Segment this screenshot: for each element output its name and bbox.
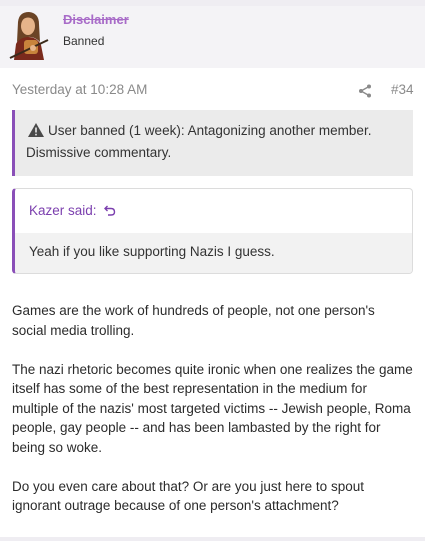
message-paragraph: The nazi rhetoric becomes quite ironic w… — [12, 361, 413, 455]
warning-icon — [28, 123, 44, 137]
ban-notice: User banned (1 week): Antagonizing anoth… — [12, 110, 413, 176]
quote-text: Yeah if you like supporting Nazis I gues… — [15, 233, 412, 273]
message-body: Games are the work of hundreds of people… — [12, 301, 413, 535]
share-icon[interactable] — [358, 84, 372, 98]
user-header: Disclaimer Banned — [0, 6, 425, 68]
username[interactable]: Disclaimer — [63, 12, 129, 27]
avatar[interactable] — [4, 10, 52, 60]
quote-author[interactable]: Kazer said: — [29, 203, 97, 218]
message-paragraph: Games are the work of hundreds of people… — [12, 303, 375, 338]
post-date[interactable]: Yesterday at 10:28 AM — [12, 82, 147, 97]
post: Disclaimer Banned Yesterday at 10:28 AM … — [0, 6, 425, 537]
jump-to-quote-icon[interactable] — [104, 204, 116, 216]
quote-block: Kazer said: Yeah if you like supporting … — [12, 188, 413, 274]
ban-notice-text: User banned (1 week): Antagonizing anoth… — [26, 123, 372, 160]
user-title: Banned — [63, 34, 105, 48]
post-number[interactable]: #34 — [391, 82, 414, 97]
message-paragraph: Do you even care about that? Or are you … — [12, 478, 364, 514]
quote-header: Kazer said: — [15, 189, 412, 233]
